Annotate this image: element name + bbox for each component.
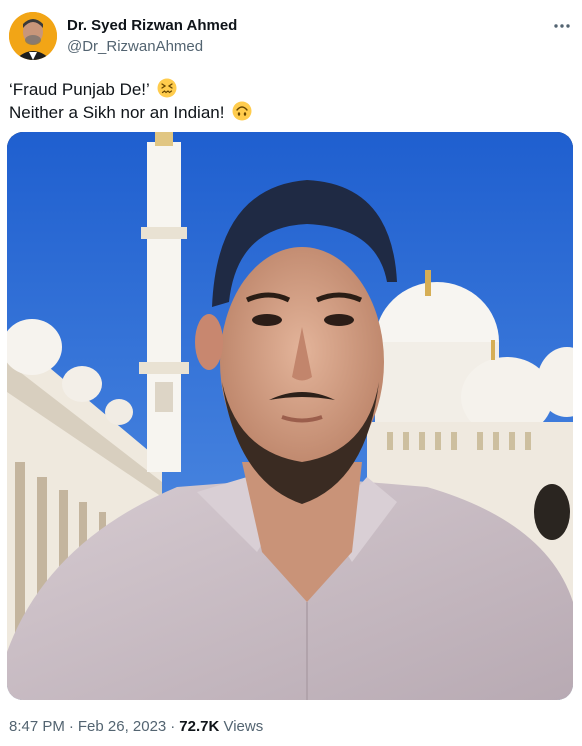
tweet-text-line-2: Neither a Sikh nor an Indian! — [9, 101, 252, 124]
views-count[interactable]: 72.7K — [179, 718, 219, 735]
tweet-date[interactable]: Feb 26, 2023 — [78, 718, 166, 735]
selfie-photo-image — [7, 132, 573, 700]
more-options-button[interactable] — [552, 16, 572, 36]
tweet-media-photo[interactable] — [7, 132, 573, 700]
tweet-time[interactable]: 8:47 PM — [9, 718, 65, 735]
meta-separator: · — [170, 718, 176, 735]
author-handle[interactable]: @Dr_RizwanAhmed — [67, 37, 203, 57]
author-avatar[interactable] — [9, 12, 57, 60]
author-display-name[interactable]: Dr. Syed Rizwan Ahmed — [67, 16, 237, 36]
more-horizontal-icon — [554, 24, 570, 28]
tweet-text: ‘Fraud Punjab De!’ Neither a Sikh nor an… — [9, 78, 252, 124]
tweet-meta: 8:47 PM · Feb 26, 2023 · 72.7K Views — [9, 717, 263, 737]
avatar-photo-icon — [9, 12, 57, 60]
confounded-face-emoji-icon — [157, 78, 177, 98]
meta-separator: · — [68, 718, 74, 735]
tweet-text-line-2-content: Neither a Sikh nor an Indian! — [9, 103, 225, 122]
tweet-text-line-1-content: ‘Fraud Punjab De!’ — [9, 80, 150, 99]
upside-down-face-emoji-icon — [232, 101, 252, 121]
tweet-card: Dr. Syed Rizwan Ahmed @Dr_RizwanAhmed ‘F… — [0, 0, 582, 746]
views-label[interactable]: Views — [223, 718, 263, 735]
tweet-text-line-1: ‘Fraud Punjab De!’ — [9, 78, 252, 101]
